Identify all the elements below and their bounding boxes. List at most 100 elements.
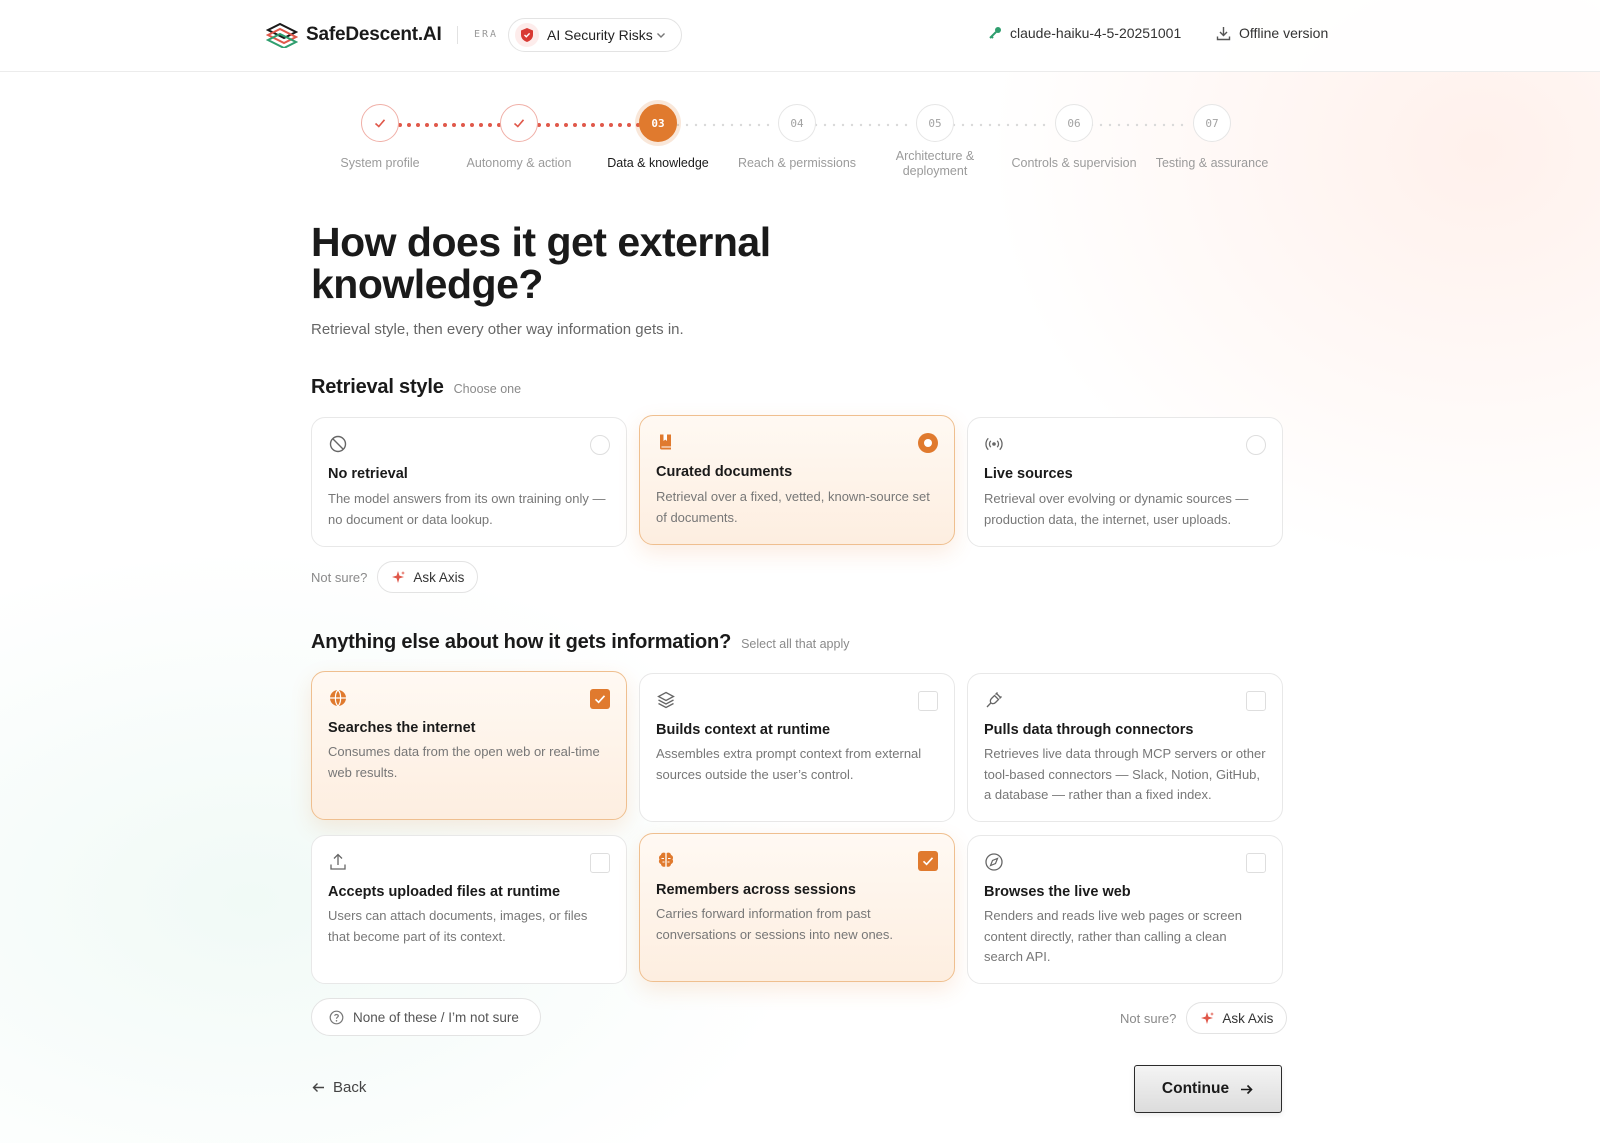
section-title: Anything else about how it gets informat… xyxy=(311,631,732,653)
radio-button[interactable] xyxy=(1246,435,1266,455)
step-testing-assurance[interactable]: 07 Testing & assurance xyxy=(1142,104,1282,171)
option-browses-web[interactable]: Browses the live web Renders and reads l… xyxy=(967,835,1283,984)
option-description: The model answers from its own training … xyxy=(328,491,606,527)
check-icon xyxy=(513,119,525,128)
step-autonomy-action[interactable]: Autonomy & action xyxy=(449,104,589,171)
none-label: None of these / I’m not sure xyxy=(353,1009,519,1025)
option-connectors[interactable]: Pulls data through connectors Retrieves … xyxy=(967,673,1283,822)
option-description: Renders and reads live web pages or scre… xyxy=(984,908,1242,964)
checkbox[interactable] xyxy=(918,691,938,711)
step-system-profile[interactable]: System profile xyxy=(310,104,450,171)
page-subtitle: Retrieval style, then every other way in… xyxy=(311,321,684,338)
radio-button[interactable] xyxy=(590,435,610,455)
key-icon xyxy=(989,27,1001,39)
step-controls-supervision[interactable]: 06 Controls & supervision xyxy=(1004,104,1144,171)
checkbox-checked[interactable] xyxy=(918,851,938,871)
option-curated-documents[interactable]: Curated documents Retrieval over a fixed… xyxy=(639,415,955,545)
back-button[interactable]: Back xyxy=(311,1079,366,1096)
step-label: System profile xyxy=(340,156,420,170)
check-icon xyxy=(594,695,606,704)
not-sure-label: Not sure? xyxy=(1120,1010,1177,1026)
step-label: Autonomy & action xyxy=(466,156,572,170)
check-icon xyxy=(374,119,386,128)
offline-version-link[interactable]: Offline version xyxy=(1216,25,1328,41)
arrow-left-icon xyxy=(312,1083,324,1092)
step-label-line: deployment xyxy=(902,164,968,178)
ask-axis-label: Ask Axis xyxy=(1222,1010,1274,1026)
checkbox[interactable] xyxy=(1246,691,1266,711)
header-divider xyxy=(457,26,458,44)
step-number: 06 xyxy=(1055,104,1093,142)
option-title: Builds context at runtime xyxy=(656,722,831,738)
option-builds-context[interactable]: Builds context at runtime Assembles extr… xyxy=(639,673,955,822)
step-done-circle xyxy=(500,104,538,142)
section-hint: Select all that apply xyxy=(741,637,850,651)
top-bar: SafeDescent.AI ERA AI Security Risks cla… xyxy=(0,0,1600,72)
section-title: Retrieval style xyxy=(311,376,444,398)
arrow-right-icon xyxy=(1241,1084,1253,1094)
option-remembers-sessions[interactable]: Remembers across sessions Carries forwar… xyxy=(639,833,955,982)
plug-icon xyxy=(986,692,1002,708)
brand-logo[interactable]: SafeDescent.AI xyxy=(266,22,442,48)
chevron-down-icon xyxy=(657,33,665,38)
option-live-sources[interactable]: Live sources Retrieval over evolving or … xyxy=(967,417,1283,547)
radio-button-selected[interactable] xyxy=(918,433,938,453)
option-no-retrieval[interactable]: No retrieval The model answers from its … xyxy=(311,417,627,547)
step-number: 07 xyxy=(1193,104,1231,142)
upload-icon xyxy=(330,853,346,870)
compass-icon xyxy=(985,853,1003,871)
progress-stepper: System profile Autonomy & action 03 Data… xyxy=(0,104,1600,194)
section-hint: Choose one xyxy=(453,382,522,396)
step-label: Architecture & deployment xyxy=(865,149,1005,179)
option-description: Consumes data from the open web or real-… xyxy=(328,744,600,780)
brain-icon xyxy=(658,852,674,867)
retrieval-section-header: Retrieval style Choose one xyxy=(311,376,521,399)
logo-icon xyxy=(266,22,298,48)
sparkle-icon xyxy=(1201,1011,1215,1024)
option-title: Accepts uploaded files at runtime xyxy=(328,884,561,900)
step-reach-permissions[interactable]: 04 Reach & permissions xyxy=(727,104,867,171)
other-sources-section-header: Anything else about how it gets informat… xyxy=(311,631,850,654)
question-circle-icon xyxy=(329,1010,344,1024)
option-description: Assembles extra prompt context from exte… xyxy=(656,746,922,782)
ask-axis-button[interactable]: Ask Axis xyxy=(377,561,479,593)
retrieval-help: Not sure? Ask Axis xyxy=(311,561,479,593)
none-of-these-button[interactable]: None of these / I’m not sure xyxy=(311,998,541,1036)
option-description: Users can attach documents, images, or f… xyxy=(328,908,588,944)
step-label: Data & knowledge xyxy=(607,156,709,170)
option-searches-internet[interactable]: Searches the internet Consumes data from… xyxy=(311,671,627,820)
checkbox[interactable] xyxy=(1246,853,1266,873)
back-label: Back xyxy=(333,1079,367,1096)
continue-button[interactable]: Continue xyxy=(1134,1065,1282,1113)
brand-name: SafeDescent.AI xyxy=(306,24,442,45)
option-description: Retrieval over evolving or dynamic sourc… xyxy=(984,491,1249,527)
ask-axis-label: Ask Axis xyxy=(413,569,465,585)
option-description: Retrieves live data through MCP servers … xyxy=(984,746,1266,802)
model-name: claude-haiku-4-5-20251001 xyxy=(1010,25,1182,41)
step-label: Controls & supervision xyxy=(1011,156,1137,170)
step-architecture-deployment[interactable]: 05 Architecture & deployment xyxy=(865,104,1005,179)
broadcast-icon xyxy=(985,437,1003,451)
era-dropdown[interactable]: AI Security Risks xyxy=(508,18,682,52)
step-data-knowledge[interactable]: 03 Data & knowledge xyxy=(588,104,728,171)
option-uploaded-files[interactable]: Accepts uploaded files at runtime Users … xyxy=(311,835,627,984)
step-label: Testing & assurance xyxy=(1155,156,1269,170)
step-number: 05 xyxy=(916,104,954,142)
checkbox[interactable] xyxy=(590,853,610,873)
step-label-line: Architecture & xyxy=(895,149,975,163)
offline-label: Offline version xyxy=(1239,25,1329,41)
page-title: How does it get external knowledge? xyxy=(311,219,771,307)
ask-axis-button[interactable]: Ask Axis xyxy=(1186,1002,1288,1034)
continue-label: Continue xyxy=(1161,1080,1230,1097)
option-title: Curated documents xyxy=(656,464,793,480)
option-description: Retrieval over a fixed, vetted, known-so… xyxy=(656,489,930,525)
ban-icon xyxy=(329,435,347,453)
globe-icon xyxy=(330,689,346,707)
option-title: Live sources xyxy=(984,466,1073,482)
checkbox-checked[interactable] xyxy=(590,689,610,709)
step-done-circle xyxy=(361,104,399,142)
model-indicator: claude-haiku-4-5-20251001 xyxy=(988,25,1181,41)
option-title: Searches the internet xyxy=(328,720,476,736)
option-title: Browses the live web xyxy=(984,884,1131,900)
step-number: 04 xyxy=(778,104,816,142)
